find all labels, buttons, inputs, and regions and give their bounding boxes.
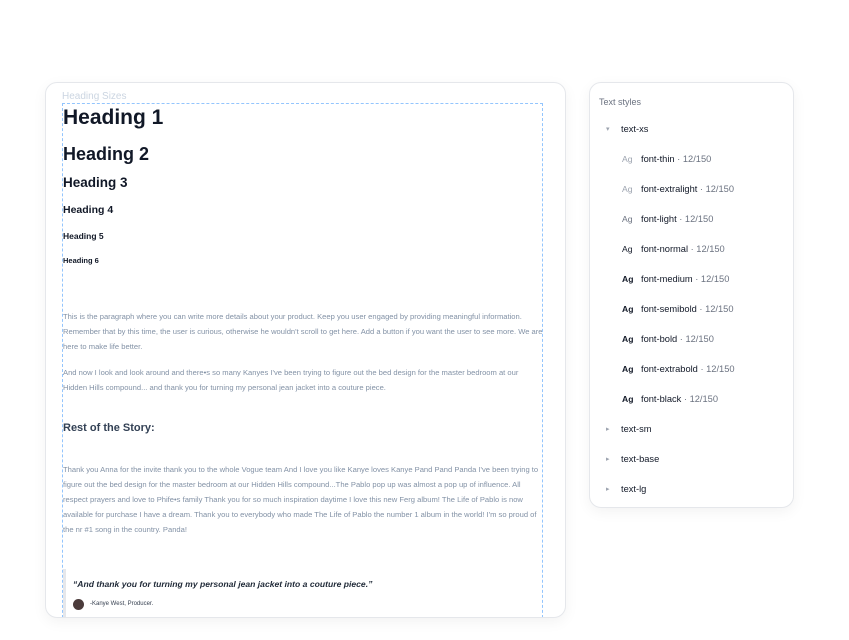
font-preview-icon: Ag <box>622 394 634 404</box>
font-preview-icon: Ag <box>622 274 634 284</box>
style-label: font-thin · 12/150 <box>641 154 712 164</box>
intro-paragraph: This is the paragraph where you can writ… <box>63 312 543 351</box>
group-text-base[interactable]: ▸ text-base <box>590 451 795 471</box>
group-label: text-xs <box>621 124 649 134</box>
story-heading: Rest of the Story: <box>63 422 155 434</box>
heading-3: Heading 3 <box>63 175 128 190</box>
frame-label[interactable]: Heading Sizes <box>62 91 126 102</box>
heading-2: Heading 2 <box>63 144 150 164</box>
group-text-sm[interactable]: ▸ text-sm <box>590 421 795 441</box>
quote-author: -Kanye West, Producer. <box>90 601 154 607</box>
style-font-medium[interactable]: Ag font-medium · 12/150 <box>590 271 795 291</box>
font-preview-icon: Ag <box>622 334 634 344</box>
style-font-normal[interactable]: Ag font-normal · 12/150 <box>590 241 795 261</box>
style-label: font-black · 12/150 <box>641 394 719 404</box>
avatar <box>73 599 84 610</box>
font-preview-icon: Ag <box>622 154 633 164</box>
style-font-extralight[interactable]: Ag font-extralight · 12/150 <box>590 181 795 201</box>
group-text-xs[interactable]: ▾ text-xs <box>590 121 795 141</box>
style-font-bold[interactable]: Ag font-bold · 12/150 <box>590 331 795 351</box>
font-preview-icon: Ag <box>622 364 634 374</box>
story-paragraph: Thank you Anna for the invite thank you … <box>63 465 539 534</box>
font-preview-icon: Ag <box>622 304 634 314</box>
style-font-light[interactable]: Ag font-light · 12/150 <box>590 211 795 231</box>
chevron-right-icon: ▸ <box>606 426 610 433</box>
quote-text: “And thank you for turning my personal j… <box>73 579 373 589</box>
style-label: font-medium · 12/150 <box>641 274 730 284</box>
style-label: font-extrabold · 12/150 <box>641 364 735 374</box>
style-font-black[interactable]: Ag font-black · 12/150 <box>590 391 795 411</box>
blockquote: “And thank you for turning my personal j… <box>63 569 542 617</box>
heading-1: Heading 1 <box>63 106 164 129</box>
style-label: font-semibold · 12/150 <box>641 304 734 314</box>
group-label: text-base <box>621 454 660 464</box>
style-font-extrabold[interactable]: Ag font-extrabold · 12/150 <box>590 361 795 381</box>
style-label: font-normal · 12/150 <box>641 244 725 254</box>
style-label: font-bold · 12/150 <box>641 334 714 344</box>
heading-5: Heading 5 <box>63 231 104 241</box>
panel-title: Text styles <box>599 97 642 107</box>
text-styles-panel: Text styles ▾ text-xs Ag font-thin · 12/… <box>589 82 794 508</box>
canvas-card: Heading Sizes Heading 1 Heading 2 Headin… <box>45 82 566 618</box>
heading-sizes-frame[interactable]: Heading 1 Heading 2 Heading 3 Heading 4 … <box>62 103 543 617</box>
font-preview-icon: Ag <box>622 214 633 224</box>
font-preview-icon: Ag <box>622 184 633 194</box>
font-preview-icon: Ag <box>622 244 633 254</box>
group-label: text-sm <box>621 424 652 434</box>
style-font-semibold[interactable]: Ag font-semibold · 12/150 <box>590 301 795 321</box>
group-label: text-lg <box>621 484 647 494</box>
style-label: font-light · 12/150 <box>641 214 714 224</box>
heading-6: Heading 6 <box>63 256 99 265</box>
chevron-right-icon: ▸ <box>606 456 610 463</box>
chevron-down-icon: ▾ <box>606 126 610 133</box>
second-paragraph: And now I look and look around and there… <box>63 368 519 392</box>
style-font-thin[interactable]: Ag font-thin · 12/150 <box>590 151 795 171</box>
chevron-right-icon: ▸ <box>606 486 610 493</box>
group-text-lg[interactable]: ▸ text-lg <box>590 481 795 501</box>
heading-4: Heading 4 <box>63 204 114 216</box>
style-label: font-extralight · 12/150 <box>641 184 735 194</box>
